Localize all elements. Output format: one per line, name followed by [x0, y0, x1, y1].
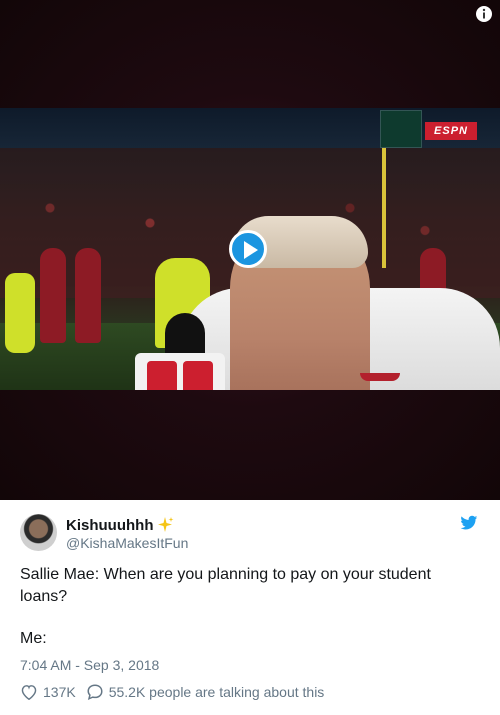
reply-bubble-icon[interactable] — [86, 683, 104, 701]
heart-icon[interactable] — [20, 684, 38, 700]
like-count[interactable]: 137K — [43, 684, 76, 700]
tweet-text-line2: Me: — [20, 630, 47, 647]
microphone — [135, 313, 225, 390]
video-media[interactable]: ESPN — [0, 0, 500, 500]
info-icon[interactable] — [475, 5, 493, 23]
name-row[interactable]: Kishuuuhhh — [66, 515, 174, 535]
goal-post — [382, 148, 386, 268]
player — [40, 248, 66, 343]
player — [75, 248, 101, 343]
avatar[interactable] — [20, 514, 57, 551]
sparkles-icon — [158, 517, 174, 532]
tweet: Kishuuuhhh @KishaMakesItFun Sallie Mae: … — [0, 500, 500, 715]
conversation-count[interactable]: 55.2K people are talking about this — [109, 684, 325, 700]
tweet-text: Sallie Mae: When are you planning to pay… — [20, 566, 431, 605]
scoreboard — [380, 110, 422, 148]
broadcaster-logo: ESPN — [425, 122, 477, 140]
photographer-vest — [5, 273, 35, 353]
handle[interactable]: @KishaMakesItFun — [66, 535, 188, 551]
timestamp[interactable]: 7:04 AM - Sep 3, 2018 — [20, 657, 159, 673]
embedded-tweet-card: ESPN Kishuuuhhh @KishaMakesItFun Sallie … — [0, 0, 500, 715]
tweet-actions: 137K 55.2K people are talking about this — [20, 682, 324, 702]
twitter-bird-icon[interactable] — [460, 515, 478, 531]
display-name[interactable]: Kishuuuhhh — [66, 517, 153, 534]
play-button[interactable] — [229, 230, 267, 268]
play-icon — [244, 241, 258, 259]
shirt-logo — [360, 373, 400, 381]
